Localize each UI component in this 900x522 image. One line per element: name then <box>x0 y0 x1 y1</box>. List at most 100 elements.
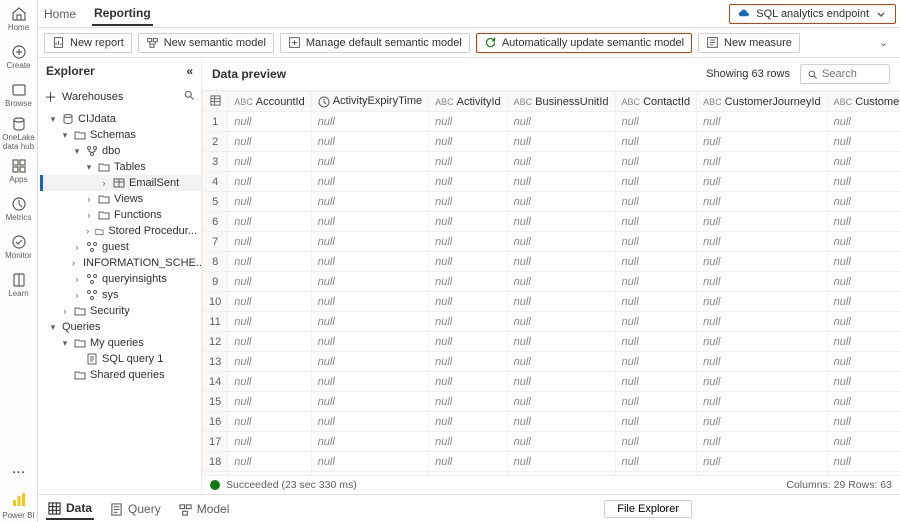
cell[interactable]: null <box>697 372 828 392</box>
cell[interactable]: null <box>507 352 615 372</box>
table-row[interactable]: 8nullnullnullnullnullnullnull <box>203 252 900 272</box>
rail-onelake[interactable]: OneLake data hub <box>0 114 38 152</box>
cell[interactable]: null <box>697 292 828 312</box>
rail-learn[interactable]: Learn <box>0 266 38 304</box>
cell[interactable]: null <box>827 392 900 412</box>
tree-dbo[interactable]: ▾dbo <box>40 143 201 159</box>
tree-security[interactable]: ›Security <box>40 303 201 319</box>
cell[interactable]: null <box>697 132 828 152</box>
cell[interactable]: null <box>311 252 428 272</box>
cell[interactable]: null <box>615 292 697 312</box>
table-row[interactable]: 7nullnullnullnullnullnullnull <box>203 232 900 252</box>
cell[interactable]: null <box>697 152 828 172</box>
cell[interactable]: null <box>507 232 615 252</box>
endpoint-dropdown[interactable]: SQL analytics endpoint <box>729 4 896 24</box>
cell[interactable]: null <box>311 352 428 372</box>
cell[interactable]: null <box>697 312 828 332</box>
btab-model[interactable]: Model <box>177 498 232 519</box>
table-row[interactable]: 13nullnullnullnullnullnullnull <box>203 352 900 372</box>
cell[interactable]: null <box>228 132 311 152</box>
cell[interactable]: null <box>615 132 697 152</box>
cell[interactable]: null <box>228 152 311 172</box>
cell[interactable]: null <box>615 172 697 192</box>
cell[interactable]: null <box>615 252 697 272</box>
btab-query[interactable]: Query <box>108 498 163 519</box>
cell[interactable]: null <box>311 372 428 392</box>
cell[interactable]: null <box>697 192 828 212</box>
rail-metrics[interactable]: Metrics <box>0 190 38 228</box>
cell[interactable]: null <box>429 292 508 312</box>
column-header[interactable]: ABCCustomerJourney <box>827 92 900 112</box>
table-row[interactable]: 5nullnullnullnullnullnullnull <box>203 192 900 212</box>
cell[interactable]: null <box>827 232 900 252</box>
cell[interactable]: null <box>507 432 615 452</box>
cell[interactable]: null <box>429 152 508 172</box>
add-warehouse[interactable]: ＋ <box>44 87 57 106</box>
cell[interactable]: null <box>697 252 828 272</box>
file-explorer-button[interactable]: File Explorer <box>604 500 692 518</box>
cell[interactable]: null <box>429 332 508 352</box>
cell[interactable]: null <box>311 192 428 212</box>
cell[interactable]: null <box>228 412 311 432</box>
cell[interactable]: null <box>827 372 900 392</box>
cell[interactable]: null <box>697 172 828 192</box>
cell[interactable]: null <box>507 392 615 412</box>
tree-guest[interactable]: ›guest <box>40 239 201 255</box>
cell[interactable]: null <box>228 392 311 412</box>
cell[interactable]: null <box>311 152 428 172</box>
cell[interactable]: null <box>228 212 311 232</box>
cell[interactable]: null <box>827 252 900 272</box>
cell[interactable]: null <box>615 352 697 372</box>
toolbar-overflow[interactable]: ⌄ <box>879 36 894 49</box>
cell[interactable]: null <box>507 372 615 392</box>
cell[interactable]: null <box>697 452 828 472</box>
tree-tables[interactable]: ▾Tables <box>40 159 201 175</box>
cell[interactable]: null <box>228 312 311 332</box>
cell[interactable]: null <box>507 312 615 332</box>
cell[interactable]: null <box>697 352 828 372</box>
tree-emailsent[interactable]: ›EmailSent <box>40 175 201 191</box>
cell[interactable]: null <box>697 392 828 412</box>
column-header[interactable]: ABCAccountId <box>228 92 311 112</box>
cell[interactable]: null <box>827 172 900 192</box>
cell[interactable]: null <box>228 372 311 392</box>
cell[interactable]: null <box>507 112 615 132</box>
explorer-collapse[interactable]: « <box>186 64 193 78</box>
table-row[interactable]: 9nullnullnullnullnullnullnull <box>203 272 900 292</box>
tab-reporting[interactable]: Reporting <box>92 1 153 26</box>
rail-apps[interactable]: Apps <box>0 152 38 190</box>
cell[interactable]: null <box>697 412 828 432</box>
cell[interactable]: null <box>228 172 311 192</box>
cell[interactable]: null <box>429 172 508 192</box>
cell[interactable]: null <box>311 232 428 252</box>
cell[interactable]: null <box>615 452 697 472</box>
cell[interactable]: null <box>311 312 428 332</box>
tree-storedproc[interactable]: ›Stored Procedur... <box>40 223 201 239</box>
cell[interactable]: null <box>827 452 900 472</box>
tab-home[interactable]: Home <box>42 2 78 25</box>
btab-data[interactable]: Data <box>46 497 94 520</box>
cell[interactable]: null <box>507 412 615 432</box>
cell[interactable]: null <box>228 332 311 352</box>
column-header[interactable]: ABCBusinessUnitId <box>507 92 615 112</box>
rail-create[interactable]: Create <box>0 38 38 76</box>
table-row[interactable]: 10nullnullnullnullnullnullnull <box>203 292 900 312</box>
cell[interactable]: null <box>311 432 428 452</box>
cell[interactable]: null <box>429 212 508 232</box>
cell[interactable]: null <box>827 272 900 292</box>
cell[interactable]: null <box>827 112 900 132</box>
cell[interactable]: null <box>507 332 615 352</box>
tree-cijdata[interactable]: ▾CIJdata <box>40 111 201 127</box>
tree-queryinsights[interactable]: ›queryinsights <box>40 271 201 287</box>
cell[interactable]: null <box>429 432 508 452</box>
cell[interactable]: null <box>827 212 900 232</box>
cell[interactable]: null <box>615 392 697 412</box>
table-row[interactable]: 16nullnullnullnullnullnullnull <box>203 412 900 432</box>
cell[interactable]: null <box>697 212 828 232</box>
cell[interactable]: null <box>228 352 311 372</box>
cell[interactable]: null <box>311 112 428 132</box>
cell[interactable]: null <box>507 252 615 272</box>
cell[interactable]: null <box>228 192 311 212</box>
cell[interactable]: null <box>429 132 508 152</box>
table-row[interactable]: 6nullnullnullnullnullnullnull <box>203 212 900 232</box>
